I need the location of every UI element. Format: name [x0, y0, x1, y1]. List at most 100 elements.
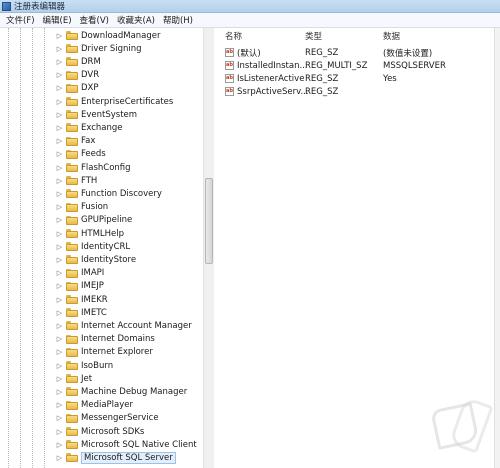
tree-item[interactable]: ▷ Feeds [56, 148, 106, 161]
tree-item[interactable]: ▷ Internet Explorer [56, 346, 153, 359]
column-header-name[interactable]: 名称 [225, 30, 242, 42]
tree-item-label: Microsoft SDKs [81, 426, 145, 437]
tree-item[interactable]: ▷ IMAPI [56, 267, 105, 280]
tree-item[interactable]: ▷ IMEKR [56, 293, 108, 306]
tree-item[interactable]: ▷ IMEJP [56, 280, 104, 293]
value-type: REG_SZ [305, 73, 339, 84]
tree-item-label: IdentityCRL [81, 241, 131, 252]
tree-scrollbar[interactable] [203, 28, 214, 468]
value-row[interactable]: ab (默认) REG_SZ (数值未设置) [225, 46, 497, 59]
menu-view[interactable]: 查看(V) [76, 14, 113, 26]
tree-item[interactable]: ▷ DVR [56, 69, 99, 82]
expand-arrow-icon[interactable]: ▷ [56, 98, 63, 106]
expand-arrow-icon[interactable]: ▷ [56, 45, 63, 53]
expand-arrow-icon[interactable]: ▷ [56, 137, 63, 145]
tree-item-label: IMAPI [81, 268, 105, 279]
tree-item[interactable]: ▷ FlashConfig [56, 161, 131, 174]
folder-icon [66, 70, 78, 80]
expand-arrow-icon[interactable]: ▷ [56, 454, 63, 462]
tree-item[interactable]: ▷ Fax [56, 135, 96, 148]
tree-item[interactable]: ▷ Internet Domains [56, 333, 155, 346]
tree-guide-line [32, 28, 33, 468]
expand-arrow-icon[interactable]: ▷ [56, 428, 63, 436]
menu-help[interactable]: 帮助(H) [159, 14, 197, 26]
tree-item[interactable]: ▷ Microsoft SQL Native Client [56, 438, 197, 451]
tree-item[interactable]: ▷ Microsoft SDKs [56, 425, 145, 438]
tree-item[interactable]: ▷ GPUPipeline [56, 214, 132, 227]
folder-icon [66, 255, 78, 265]
tree-item[interactable]: ▷ Machine Debug Manager [56, 385, 187, 398]
menu-favorites[interactable]: 收藏夹(A) [113, 14, 159, 26]
tree-item[interactable]: ▷ EnterpriseCertificates [56, 95, 174, 108]
tree-scrollbar-thumb[interactable] [205, 178, 213, 264]
folder-icon [66, 387, 78, 397]
expand-arrow-icon[interactable]: ▷ [56, 375, 63, 383]
value-data: (数值未设置) [383, 48, 433, 59]
tree-item[interactable]: ▷ Driver Signing [56, 42, 142, 55]
tree-item[interactable]: ▷ DXP [56, 82, 99, 95]
column-header-type[interactable]: 类型 [305, 30, 322, 42]
tree-item-label: DXP [81, 83, 99, 94]
expand-arrow-icon[interactable]: ▷ [56, 111, 63, 119]
expand-arrow-icon[interactable]: ▷ [56, 348, 63, 356]
value-row[interactable]: ab SsrpActiveServ... REG_SZ [225, 85, 497, 98]
expand-arrow-icon[interactable]: ▷ [56, 230, 63, 238]
expand-arrow-icon[interactable]: ▷ [56, 335, 63, 343]
expand-arrow-icon[interactable]: ▷ [56, 309, 63, 317]
expand-arrow-icon[interactable]: ▷ [56, 58, 63, 66]
expand-arrow-icon[interactable]: ▷ [56, 150, 63, 158]
menu-edit[interactable]: 编辑(E) [39, 14, 76, 26]
tree-item[interactable]: ▷ IdentityStore [56, 253, 136, 266]
expand-arrow-icon[interactable]: ▷ [56, 177, 63, 185]
expand-arrow-icon[interactable]: ▷ [56, 203, 63, 211]
value-row[interactable]: ab InstalledInstan... REG_MULTI_SZ MSSQL… [225, 59, 497, 72]
column-header-data[interactable]: 数据 [383, 30, 400, 42]
expand-arrow-icon[interactable]: ▷ [56, 414, 63, 422]
expand-arrow-icon[interactable]: ▷ [56, 243, 63, 251]
expand-arrow-icon[interactable]: ▷ [56, 269, 63, 277]
expand-arrow-icon[interactable]: ▷ [56, 401, 63, 409]
tree-item-label: Machine Debug Manager [81, 386, 188, 397]
tree-item[interactable]: ▷ Jet [56, 372, 92, 385]
tree-item[interactable]: ▷ Function Discovery [56, 187, 162, 200]
tree-item[interactable]: ▷ IMETC [56, 306, 107, 319]
expand-arrow-icon[interactable]: ▷ [56, 388, 63, 396]
expand-arrow-icon[interactable]: ▷ [56, 190, 63, 198]
expand-arrow-icon[interactable]: ▷ [56, 84, 63, 92]
tree-item[interactable]: ▷ IsoBurn [56, 359, 113, 372]
expand-arrow-icon[interactable]: ▷ [56, 282, 63, 290]
expand-arrow-icon[interactable]: ▷ [56, 164, 63, 172]
tree-item[interactable]: ▷ HTMLHelp [56, 227, 124, 240]
expand-arrow-icon[interactable]: ▷ [56, 32, 63, 40]
expand-arrow-icon[interactable]: ▷ [56, 322, 63, 330]
tree-item-label: HTMLHelp [81, 228, 125, 239]
tree-item[interactable]: ▷ MessengerService [56, 412, 159, 425]
tree-item[interactable]: ▷ DownloadManager [56, 29, 161, 42]
tree-item[interactable]: ▷ IdentityCRL [56, 240, 130, 253]
expand-arrow-icon[interactable]: ▷ [56, 441, 63, 449]
folder-icon [66, 374, 78, 384]
tree-item[interactable]: ▷ Internet Account Manager [56, 319, 192, 332]
tree-item[interactable]: ▷ EventSystem [56, 108, 137, 121]
string-value-icon: ab [225, 74, 234, 83]
value-type: REG_SZ [305, 47, 339, 58]
tree-item[interactable]: ▷ Fusion [56, 201, 108, 214]
registry-tree[interactable]: ▷ DownloadManager ▷ Driver Signing ▷ DRM ▷ DVR ▷… [0, 28, 214, 468]
expand-arrow-icon[interactable]: ▷ [56, 296, 63, 304]
tree-item[interactable]: ▷ DRM [56, 55, 101, 68]
value-row[interactable]: ab IsListenerActive REG_SZ Yes [225, 72, 497, 85]
expand-arrow-icon[interactable]: ▷ [56, 216, 63, 224]
tree-item[interactable]: ▷ FTH [56, 174, 98, 187]
tree-item-label: Microsoft SQL Server [81, 451, 176, 464]
menu-file[interactable]: 文件(F) [2, 14, 39, 26]
folder-icon [66, 413, 78, 423]
tree-item-label: Driver Signing [81, 43, 142, 54]
expand-arrow-icon[interactable]: ▷ [56, 124, 63, 132]
expand-arrow-icon[interactable]: ▷ [56, 71, 63, 79]
tree-item[interactable]: ▷ Microsoft SQL Server [56, 451, 176, 464]
expand-arrow-icon[interactable]: ▷ [56, 362, 63, 370]
tree-item[interactable]: ▷ Exchange [56, 121, 123, 134]
tree-item-label: FlashConfig [81, 162, 131, 173]
tree-item[interactable]: ▷ MediaPlayer [56, 399, 133, 412]
expand-arrow-icon[interactable]: ▷ [56, 256, 63, 264]
